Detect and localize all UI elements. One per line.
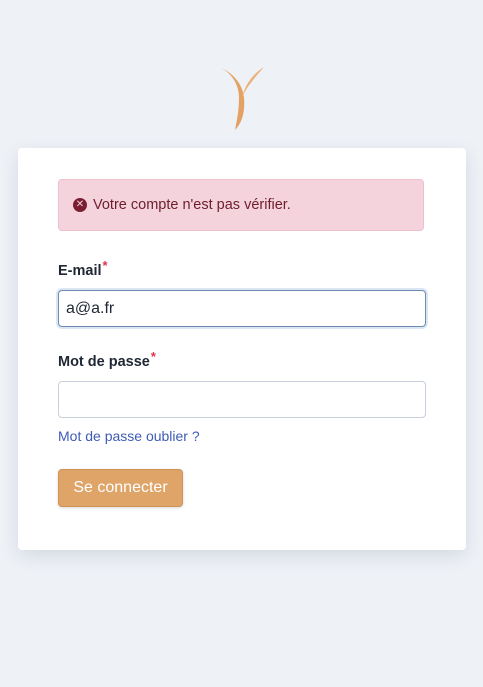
alert-message: Votre compte n'est pas vérifier. [93, 197, 291, 213]
email-required-mark: * [102, 258, 108, 273]
email-label-text: E-mail [58, 263, 102, 279]
login-button[interactable]: Se connecter [58, 469, 183, 507]
email-label: E-mail* [58, 258, 108, 279]
brand-logo-icon [219, 64, 267, 132]
email-input[interactable] [58, 290, 426, 327]
forgot-password-link[interactable]: Mot de passe oublier ? [58, 428, 200, 444]
password-input[interactable] [58, 381, 426, 418]
login-card: ✕ Votre compte n'est pas vérifier. E-mai… [18, 148, 466, 550]
error-alert: ✕ Votre compte n'est pas vérifier. [58, 179, 424, 231]
password-label-text: Mot de passe [58, 354, 150, 370]
password-label: Mot de passe* [58, 349, 156, 370]
error-circle-icon: ✕ [73, 198, 87, 212]
password-required-mark: * [150, 349, 156, 364]
